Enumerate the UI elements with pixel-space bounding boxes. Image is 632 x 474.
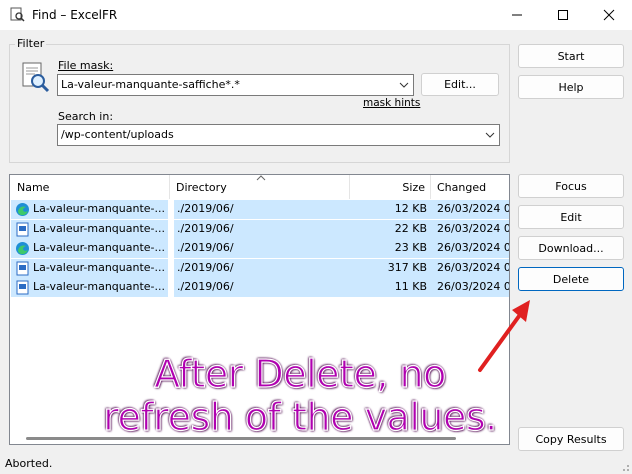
cell-name: La-valeur-manquante-...	[11, 219, 168, 239]
minimize-button[interactable]	[494, 0, 540, 30]
maximize-button[interactable]	[540, 0, 586, 30]
maximize-icon	[558, 10, 568, 20]
column-header-name[interactable]: Name	[10, 175, 170, 199]
cell-changed: 26/03/2024 01	[432, 219, 509, 239]
search-in-combobox[interactable]: /wp-content/uploads	[57, 124, 500, 146]
cell-name: La-valeur-manquante-...	[11, 258, 168, 278]
cell-directory: ./2019/06/	[174, 258, 350, 278]
table-row[interactable]: La-valeur-manquante-... ./2019/06/11 KB 26…	[11, 278, 509, 297]
file-mask-label: File mask:	[58, 59, 114, 72]
document-icon	[16, 261, 29, 275]
table-row[interactable]: La-valeur-manquante-... ./2019/06/317 KB 2…	[11, 258, 509, 278]
cell-directory: ./2019/06/	[174, 278, 350, 297]
cell-size: 23 KB	[350, 239, 432, 258]
download-button[interactable]: Download...	[518, 236, 624, 260]
cell-name: La-valeur-manquante-...	[11, 200, 168, 219]
filter-group-label: Filter	[15, 37, 47, 50]
focus-button[interactable]: Focus	[518, 174, 624, 198]
cell-directory: ./2019/06/	[174, 200, 350, 219]
cell-changed: 26/03/2024 01	[432, 239, 509, 258]
edge-icon	[16, 203, 29, 216]
edge-icon	[16, 242, 29, 255]
cell-changed: 26/03/2024 01	[432, 200, 509, 219]
cell-changed: 26/03/2024 01	[432, 258, 509, 278]
cell-directory: ./2019/06/	[174, 239, 350, 258]
table-row[interactable]: La-valeur-manquante-... ./2019/06/22 KB 26…	[11, 219, 509, 239]
column-header-directory[interactable]: Directory	[170, 175, 350, 199]
delete-button[interactable]: Delete	[518, 267, 624, 291]
file-mask-combobox[interactable]: La-valeur-manquante-saffiche*.*	[57, 74, 414, 96]
help-button[interactable]: Help	[518, 75, 624, 99]
cell-name: La-valeur-manquante-...	[11, 278, 168, 297]
resize-grip-icon[interactable]	[618, 460, 630, 472]
file-name: La-valeur-manquante-...	[33, 280, 166, 293]
window-title: Find – ExcelFR	[32, 8, 118, 22]
close-button[interactable]	[586, 0, 632, 30]
close-icon	[603, 9, 615, 21]
search-app-icon	[10, 7, 25, 22]
column-header-changed[interactable]: Changed	[431, 175, 509, 199]
cell-name: La-valeur-manquante-...	[11, 239, 168, 258]
file-name: La-valeur-manquante-...	[33, 241, 166, 254]
document-icon	[16, 280, 29, 295]
cell-size: 22 KB	[350, 219, 432, 239]
column-header-size[interactable]: Size	[350, 175, 431, 199]
status-text: Aborted.	[5, 457, 53, 470]
chevron-down-icon[interactable]	[399, 81, 409, 89]
table-row[interactable]: La-valeur-manquante-... ./2019/06/23 KB 26…	[11, 239, 509, 258]
annotation-line-2: refresh of the values.	[103, 394, 498, 439]
cell-size: 11 KB	[350, 278, 432, 297]
file-name: La-valeur-manquante-...	[33, 260, 166, 274]
sort-ascending-icon	[256, 175, 266, 181]
title-bar: Find – ExcelFR	[0, 0, 632, 30]
file-name: La-valeur-manquante-...	[33, 202, 166, 215]
results-header: Name Directory Size Changed	[10, 175, 509, 199]
cell-directory: ./2019/06/	[174, 219, 350, 239]
table-row[interactable]: La-valeur-manquante-... ./2019/06/12 KB 26…	[11, 200, 509, 219]
cell-size: 12 KB	[350, 200, 432, 219]
edit-mask-button[interactable]: Edit...	[421, 73, 499, 96]
search-in-value: /wp-content/uploads	[61, 128, 174, 141]
mask-hints-link[interactable]: mask hints	[363, 97, 420, 109]
start-button[interactable]: Start	[518, 44, 624, 68]
search-in-label: Search in:	[58, 110, 114, 123]
cell-size: 317 KB	[350, 258, 432, 278]
red-arrow-annotation	[478, 300, 530, 372]
minimize-icon	[512, 14, 522, 16]
file-search-icon	[22, 62, 50, 93]
edit-button[interactable]: Edit	[518, 205, 624, 229]
chevron-down-icon[interactable]	[485, 131, 495, 139]
file-mask-value: La-valeur-manquante-saffiche*.*	[61, 78, 240, 91]
document-icon	[16, 222, 29, 236]
file-name: La-valeur-manquante-...	[33, 221, 166, 235]
